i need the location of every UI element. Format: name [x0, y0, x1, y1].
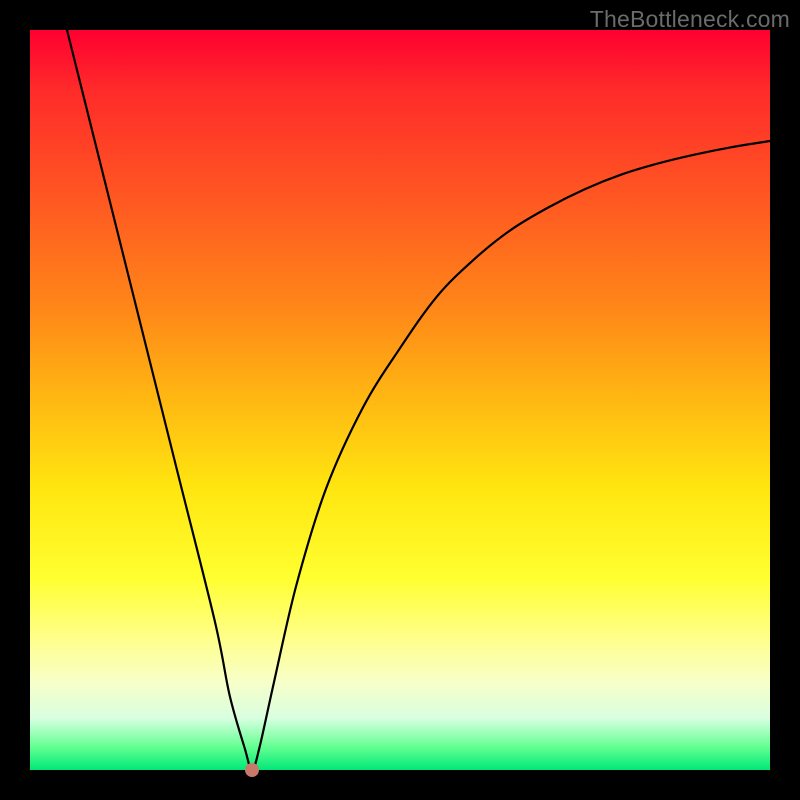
watermark: TheBottleneck.com [590, 6, 790, 33]
chart-area [30, 30, 770, 770]
optimal-point-marker [245, 763, 259, 777]
bottleneck-curve [30, 30, 770, 770]
